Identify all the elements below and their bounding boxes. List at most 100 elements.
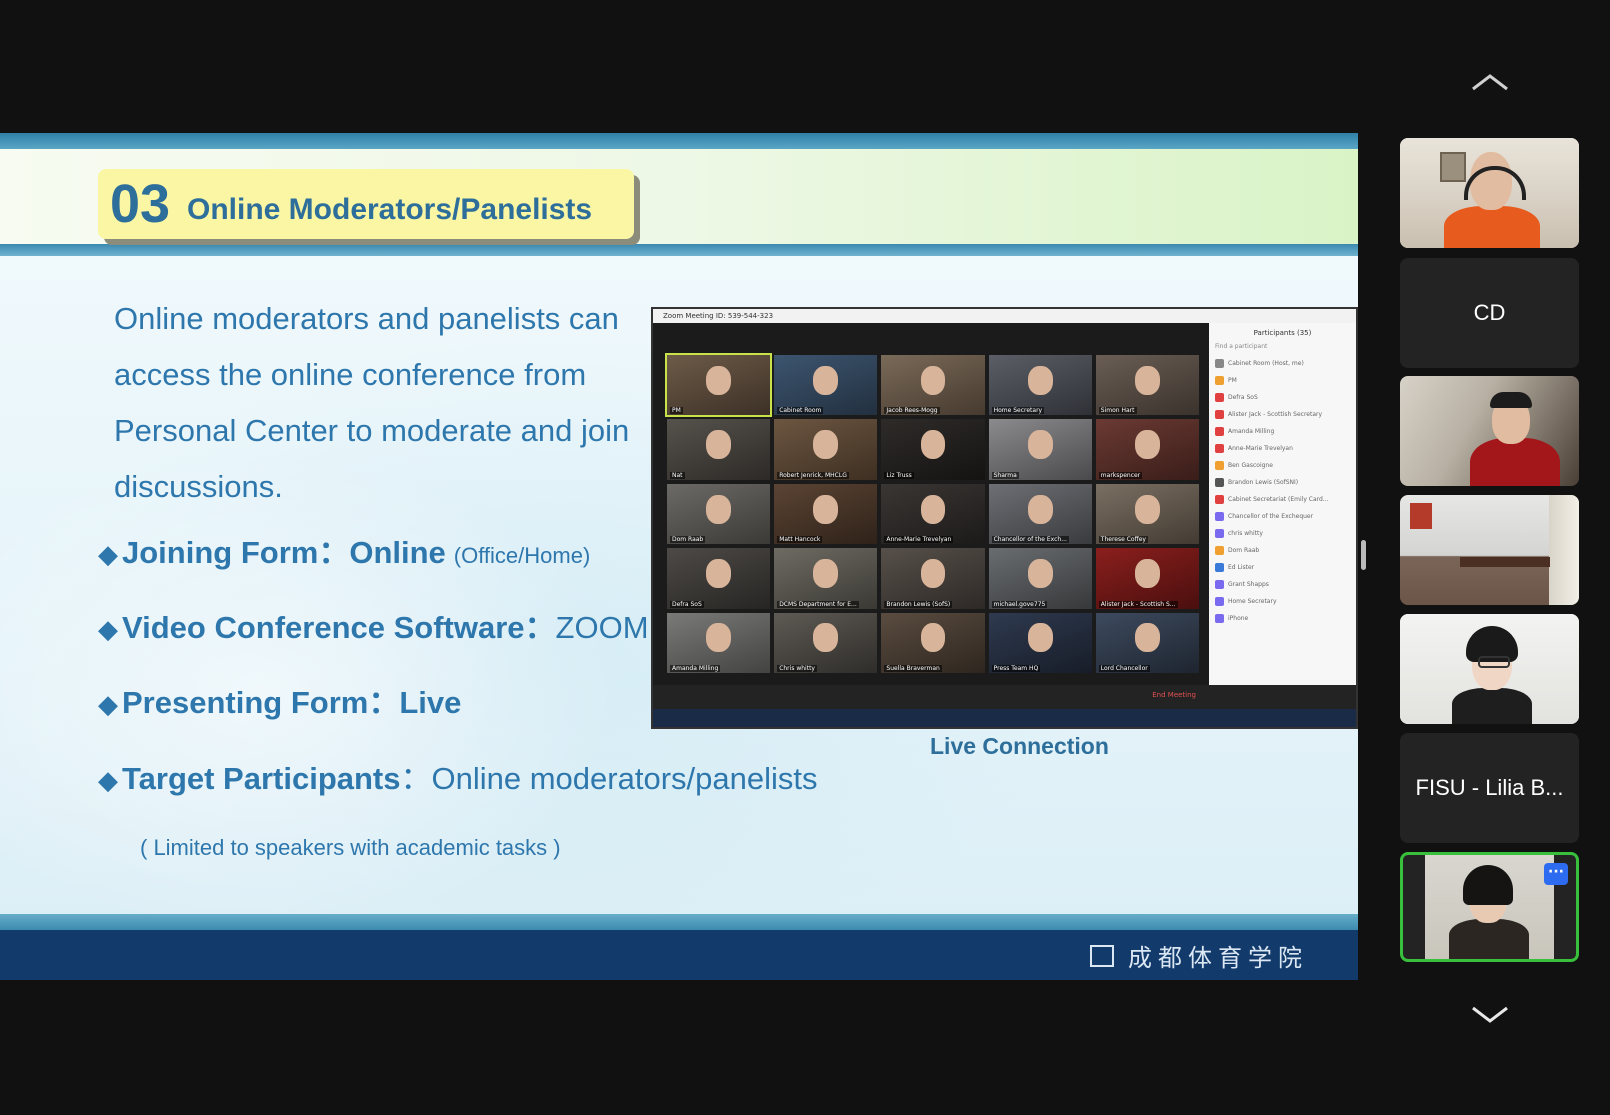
zoom-video-tile: Defra SoS <box>667 548 771 609</box>
zoom-participant-label: iPhone <box>1228 615 1249 622</box>
participant-tile[interactable] <box>1400 376 1579 486</box>
participant-tile-active-speaker[interactable]: ··· <box>1400 852 1579 962</box>
zoom-video-tile: Home Secretary <box>988 355 1092 416</box>
slide-header-band <box>0 244 1358 256</box>
bullet-label: Joining Form <box>122 535 319 570</box>
zoom-tile-name: DCMS Department for E... <box>777 600 859 608</box>
zoom-video-tile: Robert Jenrick, MHCLG <box>774 419 878 480</box>
scroll-up-button[interactable] <box>1470 70 1510 94</box>
slide-intro-text: Online moderators and panelists can acce… <box>114 301 630 504</box>
zoom-participant-list: Cabinet Room (Host, me) PM Defra SoS Aliste… <box>1209 356 1356 626</box>
zoom-participant-face <box>1027 623 1053 653</box>
zoom-participant-label: Home Secretary <box>1228 598 1277 605</box>
participant-tile[interactable] <box>1400 138 1579 248</box>
participant-tile[interactable] <box>1400 495 1579 605</box>
zoom-participant-row: Home Secretary <box>1215 594 1350 609</box>
zoom-tile-name: Alister Jack - Scottish S... <box>1098 600 1178 608</box>
zoom-participant-label: Dom Raab <box>1228 547 1260 554</box>
slide-footer-logo: 成都体育学院 <box>1090 938 1308 973</box>
zoom-participant-avatar <box>1215 529 1224 538</box>
zoom-tile-name: Amanda Milling <box>670 665 721 672</box>
zoom-participant-face <box>1135 365 1160 395</box>
zoom-participant-avatar <box>1215 546 1224 555</box>
zoom-participant-face <box>706 365 731 395</box>
zoom-participant-row: Cabinet Room (Host, me) <box>1215 356 1350 371</box>
slide-top-band <box>0 133 1358 149</box>
curtain <box>1549 495 1579 605</box>
zoom-participant-avatar <box>1215 444 1224 453</box>
zoom-video-tile: Alister Jack - Scottish S... <box>1095 548 1199 609</box>
zoom-tile-name: Nat <box>670 471 685 479</box>
participant-tile[interactable]: FISU - Lilia B... <box>1400 733 1579 843</box>
zoom-tile-name: Anne-Marie Trevelyan <box>884 536 954 544</box>
zoom-video-tile: Therese Coffey <box>1095 483 1199 545</box>
zoom-video-tile: DCMS Department for E... <box>774 548 878 609</box>
panel-resize-handle[interactable] <box>1361 540 1366 570</box>
zoom-participant-label: PM <box>1228 377 1237 384</box>
zoom-participant-label: Ed Lister <box>1228 564 1255 571</box>
participant-tile[interactable] <box>1400 614 1579 724</box>
zoom-participant-face <box>706 559 731 589</box>
zoom-participant-row: Chancellor of the Exchequer <box>1215 509 1350 524</box>
scroll-down-button[interactable] <box>1470 1003 1510 1027</box>
bullet-value: Live <box>399 685 462 720</box>
zoom-participants-title: Participants (35) <box>1253 329 1312 337</box>
zoom-video-tile: Chris whitty <box>774 612 878 673</box>
zoom-participant-avatar <box>1215 614 1224 623</box>
zoom-participant-face <box>813 430 839 460</box>
zoom-participant-face <box>1027 430 1053 460</box>
bullet-note: (Office/Home) <box>453 543 591 568</box>
zoom-video-tile: Nat <box>667 419 771 480</box>
footer-box-icon <box>1090 944 1114 967</box>
zoom-participant-label: Brandon Lewis (SofSNI) <box>1228 479 1299 486</box>
windows-taskbar <box>653 709 1356 727</box>
zoom-participant-avatar <box>1215 478 1224 487</box>
bullet-value: Online <box>349 535 446 570</box>
zoom-participant-label: Alister Jack - Scottish Secretary <box>1228 411 1323 418</box>
slide-footer-band <box>0 914 1358 930</box>
zoom-tile-name: markspencer <box>1098 471 1143 479</box>
zoom-tile-name: Lord Chancellor <box>1098 665 1150 672</box>
participant-tile[interactable]: CD <box>1400 258 1579 368</box>
zoom-video-tile: Amanda Milling <box>667 612 771 673</box>
zoom-participant-row: chris whitty <box>1215 526 1350 541</box>
zoom-video-tile: michael.gove775 <box>988 548 1092 609</box>
zoom-participant-face <box>706 430 731 460</box>
zoom-participant-row: Brandon Lewis (SofSNI) <box>1215 475 1350 490</box>
bullet-separator: ： <box>368 685 400 720</box>
bullet-diamond-icon: ◆ <box>98 614 118 644</box>
zoom-participant-row: iPhone <box>1215 611 1350 626</box>
zoom-participant-label: chris whitty <box>1228 530 1263 537</box>
zoom-participant-face <box>813 559 839 589</box>
zoom-participant-face <box>920 365 946 395</box>
zoom-tile-name: Dom Raab <box>670 536 706 544</box>
zoom-tile-name: Chancellor of the Exch... <box>991 536 1069 544</box>
zoom-participant-row: Cabinet Secretariat (Emily Card... <box>1215 492 1350 507</box>
slide-limit-note: ( Limited to speakers with academic task… <box>140 835 561 860</box>
more-options-button[interactable]: ··· <box>1544 863 1568 885</box>
footer-text: 成都体育学院 <box>1128 944 1308 972</box>
zoom-video-tile: Brandon Lewis (SofS) <box>881 548 985 609</box>
zoom-participant-face <box>920 559 946 589</box>
zoom-tile-name: PM <box>670 407 683 415</box>
zoom-tile-name: Home Secretary <box>991 407 1045 415</box>
zoom-participant-face <box>1135 623 1160 653</box>
participant-name: CD <box>1473 300 1506 325</box>
zoom-participant-avatar <box>1215 512 1224 521</box>
zoom-video-tile: Jacob Rees-Mogg <box>881 355 985 416</box>
zoom-participant-avatar <box>1215 597 1224 606</box>
zoom-tile-name: Sharma <box>991 471 1019 479</box>
participant-name: FISU - Lilia B... <box>1415 775 1564 800</box>
zoom-tile-name: Matt Hancock <box>777 536 823 544</box>
zoom-participant-label: Anne-Marie Trevelyan <box>1228 445 1293 452</box>
zoom-video-tile: markspencer <box>1095 419 1199 480</box>
zoom-participant-row: Alister Jack - Scottish Secretary <box>1215 407 1350 422</box>
zoom-video-tile: PM <box>664 352 773 418</box>
zoom-tile-name: Jacob Rees-Mogg <box>884 407 940 415</box>
bullet-presenting-form: ◆ Presenting Form：Live <box>98 683 461 724</box>
zoom-end-meeting: End Meeting <box>1152 691 1196 699</box>
zoom-find-participant: Find a participant <box>1215 343 1268 350</box>
zoom-participant-avatar <box>1215 393 1224 402</box>
zoom-participant-avatar <box>1215 563 1224 572</box>
bullet-label: Video Conference Software <box>122 610 525 645</box>
